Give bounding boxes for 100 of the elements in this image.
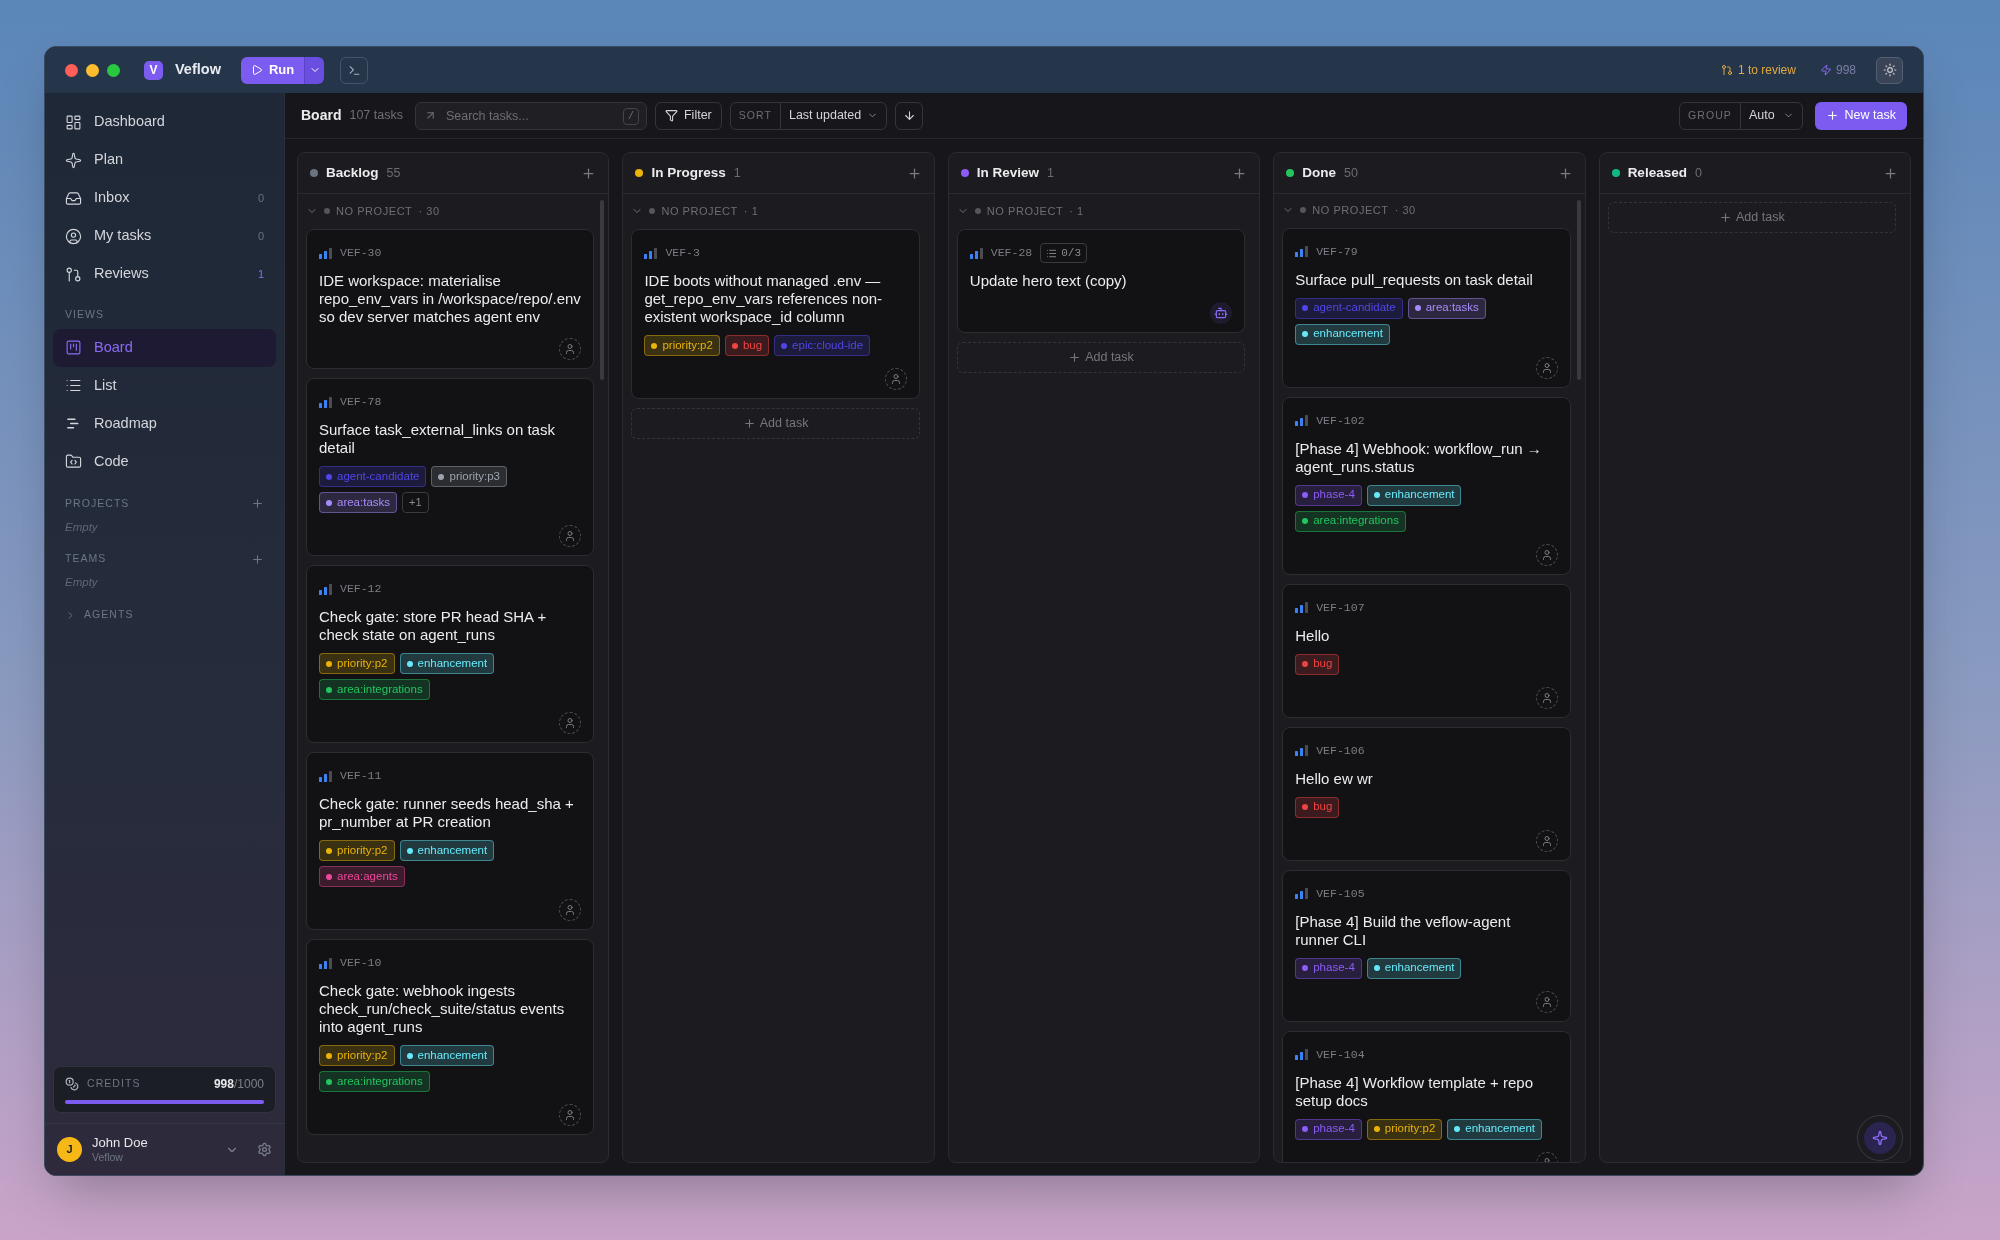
user-circle-icon xyxy=(65,227,82,245)
nav-item[interactable]: Dashboard xyxy=(53,103,276,141)
group-header[interactable]: NO PROJECT · 1 xyxy=(956,202,1246,220)
tag: area:integrations xyxy=(319,1071,430,1092)
nav-item[interactable]: Plan xyxy=(53,141,276,179)
play-icon xyxy=(250,64,263,76)
lightning-icon xyxy=(1819,64,1832,76)
tag: area:tasks xyxy=(319,492,398,513)
nav-item[interactable]: Reviews 1 xyxy=(53,255,276,293)
tag: priority:p2 xyxy=(319,840,395,861)
more-tags-badge: +1 xyxy=(402,492,429,513)
add-icon[interactable] xyxy=(1232,165,1248,181)
credits-label: CREDITS xyxy=(87,1076,142,1092)
run-options-button[interactable] xyxy=(304,56,325,84)
minimize-window-button[interactable] xyxy=(86,63,99,77)
empty-note: Empty xyxy=(64,575,99,590)
plus-icon xyxy=(1825,109,1839,122)
close-window-button[interactable] xyxy=(65,63,78,77)
add-icon[interactable] xyxy=(251,497,264,511)
folder-code-icon xyxy=(65,453,82,471)
group-header[interactable]: NO PROJECT · 1 xyxy=(631,202,920,220)
run-button[interactable]: Run xyxy=(240,56,305,84)
task-card[interactable]: VEF-78 Surface task_external_links on task detail agent-candidate priority:p3 area:tasks +1 xyxy=(306,378,595,556)
nav-item[interactable]: Code xyxy=(53,442,276,481)
sun-icon xyxy=(1882,63,1897,77)
task-card[interactable]: VEF-11 Check gate: runner seeds head_sha + pr_number at PR creation priority:p2 enhancement area:agents xyxy=(306,752,595,930)
group-count: · 30 xyxy=(418,203,440,219)
review-link[interactable]: 1 to review xyxy=(1720,61,1796,79)
task-card[interactable]: VEF-28 0/3 Update hero text (copy) xyxy=(956,229,1246,333)
task-id: VEF-3 xyxy=(665,245,700,262)
task-card[interactable]: VEF-10 Check gate: webhook ingests check_run/check_suite/status events into agent_runs priority:p2 enhancement area:integrations xyxy=(306,939,595,1135)
priority-bars-icon xyxy=(1295,1049,1309,1060)
task-count: 107 tasks xyxy=(349,107,403,125)
tag: area:integrations xyxy=(1295,510,1406,532)
kanban-icon xyxy=(65,339,82,357)
add-task-button[interactable]: Add task xyxy=(631,408,920,439)
nav-count: 0 xyxy=(257,190,264,206)
nav-item[interactable]: Inbox 0 xyxy=(53,179,276,217)
settings-icon[interactable] xyxy=(257,1142,272,1157)
tag: area:integrations xyxy=(319,679,430,700)
nav-item[interactable]: Roadmap xyxy=(53,404,276,443)
scrollbar[interactable] xyxy=(600,200,605,380)
robot-icon[interactable] xyxy=(1210,302,1233,324)
priority-bars-icon xyxy=(1295,888,1309,899)
app-logo: V xyxy=(144,60,163,80)
priority-bars-icon xyxy=(319,770,332,782)
task-card[interactable]: VEF-30 IDE workspace: materialise repo_env_vars in /workspace/repo/.env so dev server matches agent env xyxy=(306,229,595,369)
scrollbar[interactable] xyxy=(1576,200,1581,380)
agents-label: AGENTS xyxy=(84,607,134,623)
terminal-button[interactable] xyxy=(340,56,369,84)
sort-direction-button[interactable] xyxy=(895,101,924,130)
task-card[interactable]: VEF-106 Hello ew wr bug xyxy=(1282,726,1571,861)
add-icon[interactable] xyxy=(1883,165,1899,181)
maximize-window-button[interactable] xyxy=(107,63,120,77)
add-task-button[interactable]: Add task xyxy=(1607,202,1897,233)
column-count: 55 xyxy=(386,164,401,182)
group-header[interactable]: NO PROJECT · 30 xyxy=(1282,202,1571,219)
task-card[interactable]: VEF-105 [Phase 4] Build the veflow-agent runner CLI phase-4 enhancement xyxy=(1282,869,1571,1022)
task-card[interactable]: VEF-3 IDE boots without managed .env — get_repo_env_vars references non-existent workspace_id column priority:p2 bug epic:cloud-ide xyxy=(631,229,920,399)
tag: enhancement xyxy=(399,840,495,861)
nav-count: 0 xyxy=(257,228,264,244)
tag: epic:cloud-ide xyxy=(774,335,871,356)
add-task-button[interactable]: Add task xyxy=(956,342,1246,373)
filter-icon xyxy=(664,109,678,122)
add-icon[interactable] xyxy=(251,552,264,566)
task-title: Surface pull_requests on task detail xyxy=(1295,270,1534,289)
pull-request-icon xyxy=(65,265,82,283)
nav-item[interactable]: Board xyxy=(53,328,276,367)
task-title: IDE workspace: materialise repo_env_vars in /workspace/repo/.env so dev server matches agent env xyxy=(319,272,582,326)
add-icon[interactable] xyxy=(1557,165,1573,181)
task-card[interactable]: VEF-12 Check gate: store PR head SHA + check state on agent_runs priority:p2 enhancement area:integrations xyxy=(306,565,595,743)
section-label: PROJECTS xyxy=(65,495,130,511)
nav-item[interactable]: List xyxy=(53,366,276,405)
filter-button[interactable]: Filter xyxy=(654,101,722,130)
plus-icon xyxy=(1068,351,1082,364)
task-card[interactable]: VEF-102 [Phase 4] Webhook: workflow_run → agent_runs.status phase-4 enhancement area:integrations xyxy=(1282,396,1571,575)
nav-item[interactable]: My tasks 0 xyxy=(53,217,276,255)
add-icon[interactable] xyxy=(581,165,597,181)
tag: agent-candidate xyxy=(319,466,427,487)
user-avatar[interactable]: J xyxy=(57,1137,82,1162)
group-header[interactable]: NO PROJECT · 30 xyxy=(306,202,595,220)
shortcut-key: / xyxy=(622,107,639,125)
tag: enhancement xyxy=(1366,957,1462,979)
column-count: 0 xyxy=(1694,164,1702,182)
group-count: · 1 xyxy=(1069,203,1084,219)
new-task-button[interactable]: New task xyxy=(1814,101,1907,130)
task-title: Hello xyxy=(1295,626,1331,645)
group-name: NO PROJECT xyxy=(986,203,1064,219)
add-icon[interactable] xyxy=(906,165,922,181)
tag: enhancement xyxy=(399,1045,495,1066)
task-id: VEF-104 xyxy=(1316,1046,1365,1063)
task-card[interactable]: VEF-104 [Phase 4] Workflow template + repo setup docs phase-4 priority:p2 enhancement xyxy=(1282,1030,1571,1162)
task-title: [Phase 4] Build the veflow-agent runner CLI xyxy=(1295,912,1512,949)
tag: enhancement xyxy=(399,653,495,674)
tag: enhancement xyxy=(1295,323,1390,345)
task-card[interactable]: VEF-79 Surface pull_requests on task detail agent-candidate area:tasks enhancement xyxy=(1282,227,1571,388)
workspace-avatar[interactable] xyxy=(1876,56,1903,84)
task-card[interactable]: VEF-107 Hello bug xyxy=(1282,583,1571,718)
task-title: [Phase 4] Webhook: workflow_run → agent_runs.status xyxy=(1295,439,1543,476)
group-count: · 1 xyxy=(743,203,759,219)
